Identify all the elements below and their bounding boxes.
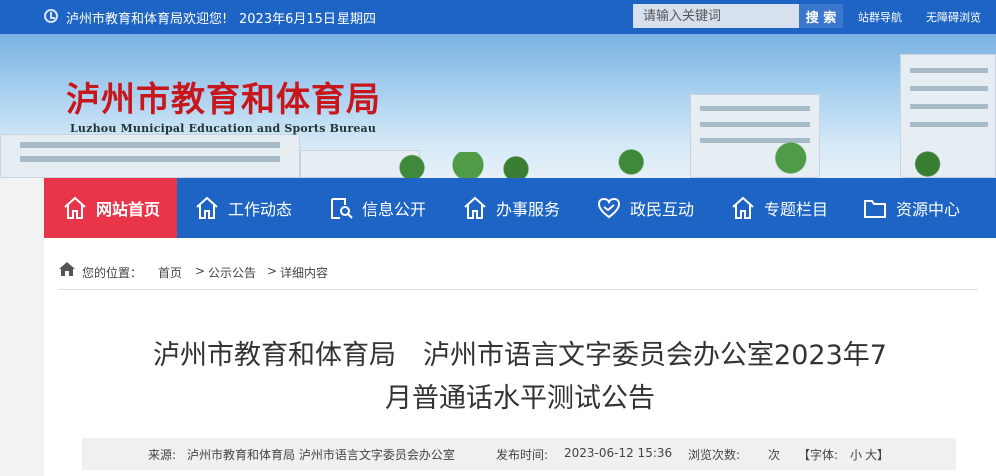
nav-item-info[interactable]: 信息公开 — [328, 178, 426, 238]
nav-item-topics[interactable]: 专题栏目 — [730, 178, 828, 238]
source-label: 来源: — [148, 448, 177, 462]
home-icon — [59, 262, 75, 276]
source-value: 泸州市教育和体育局 泸州市语言文字委员会办公室 — [187, 448, 455, 462]
home-icon — [64, 196, 86, 219]
nav-label: 办事服务 — [496, 200, 561, 219]
nav-item-home[interactable]: 网站首页 — [44, 178, 177, 238]
main-nav: 网站首页 工作动态 信息公开 办事服务 政民互动 专题栏目 资源中心 — [44, 178, 996, 238]
views-unit: 次 — [768, 448, 781, 462]
header-banner: 泸州市教育和体育局 Luzhou Municipal Education and… — [0, 34, 996, 178]
building-window — [910, 86, 988, 91]
trees-decoration — [540, 138, 996, 178]
accessibility-link[interactable]: 无障碍浏览 — [926, 9, 981, 25]
main-content: 您的位置： 首页 > 公示公告 > 详细内容 泸州市教育和体育局 泸州市语言文字… — [44, 238, 996, 476]
building-window — [910, 104, 988, 109]
font-size-large[interactable]: 大】 — [865, 446, 889, 463]
trees-decoration — [380, 152, 540, 178]
top-bar: 泸州市教育和体育局欢迎您! 2023年6月15日 星期四 搜 索 站群导航 无障… — [0, 0, 996, 34]
folder-icon — [864, 200, 886, 218]
nav-label: 专题栏目 — [764, 200, 829, 219]
clock-icon — [44, 9, 58, 23]
breadcrumb-separator: > — [267, 264, 278, 278]
nav-item-interaction[interactable]: 政民互动 — [596, 178, 694, 238]
font-size-label: 【字体: — [798, 448, 839, 462]
building-window — [910, 122, 988, 127]
current-date: 2023年6月15日 — [239, 12, 336, 27]
publish-time: 2023-06-12 15:36 — [564, 446, 673, 460]
nav-label: 信息公开 — [362, 200, 427, 219]
views-label: 浏览次数: — [688, 448, 741, 462]
building-window — [700, 106, 810, 111]
building-window — [700, 122, 810, 127]
breadcrumb-current: 详细内容 — [280, 266, 329, 280]
heart-icon — [597, 197, 621, 219]
article-title: 泸州市教育和体育局 泸州市语言文字委员会办公室2023年7 月普通话水平测试公告 — [74, 334, 966, 420]
building-window — [20, 142, 280, 148]
current-weekday: 星期四 — [337, 12, 377, 27]
publish-label: 发布时间: — [496, 448, 549, 462]
nav-label: 政民互动 — [630, 200, 695, 219]
building-window — [910, 68, 988, 73]
nav-item-services[interactable]: 办事服务 — [462, 178, 560, 238]
nav-label: 工作动态 — [228, 200, 293, 219]
search-input[interactable] — [633, 4, 799, 28]
search-doc-icon — [331, 198, 353, 219]
article-title-line1: 泸州市教育和体育局 泸州市语言文字委员会办公室2023年7 — [153, 340, 887, 371]
site-logo-subtitle: Luzhou Municipal Education and Sports Bu… — [70, 122, 377, 135]
search-button[interactable]: 搜 索 — [799, 4, 843, 28]
building-window — [20, 156, 280, 162]
nav-item-resources[interactable]: 资源中心 — [862, 178, 960, 238]
nav-item-news[interactable]: 工作动态 — [194, 178, 292, 238]
nav-label: 网站首页 — [96, 200, 161, 219]
home-icon — [464, 196, 486, 219]
article-title-line2: 月普通话水平测试公告 — [385, 383, 655, 414]
breadcrumb: 您的位置： 首页 > 公示公告 > 详细内容 — [58, 250, 978, 290]
breadcrumb-notices[interactable]: 公示公告 — [208, 264, 256, 281]
breadcrumb-separator: > — [195, 264, 206, 278]
article-meta: 来源: 泸州市教育和体育局 泸州市语言文字委员会办公室 发布时间: 2023-0… — [82, 438, 956, 470]
home-icon — [732, 196, 754, 219]
home-icon — [196, 196, 218, 219]
welcome-text: 泸州市教育和体育局欢迎您! — [66, 12, 228, 27]
breadcrumb-home[interactable]: 首页 — [158, 264, 182, 281]
site-logo-title: 泸州市教育和体育局 — [66, 80, 381, 120]
breadcrumb-prefix: 您的位置： — [82, 266, 143, 280]
site-nav-link[interactable]: 站群导航 — [858, 9, 902, 25]
font-size-small[interactable]: 小 — [850, 446, 862, 463]
nav-label: 资源中心 — [896, 200, 961, 219]
